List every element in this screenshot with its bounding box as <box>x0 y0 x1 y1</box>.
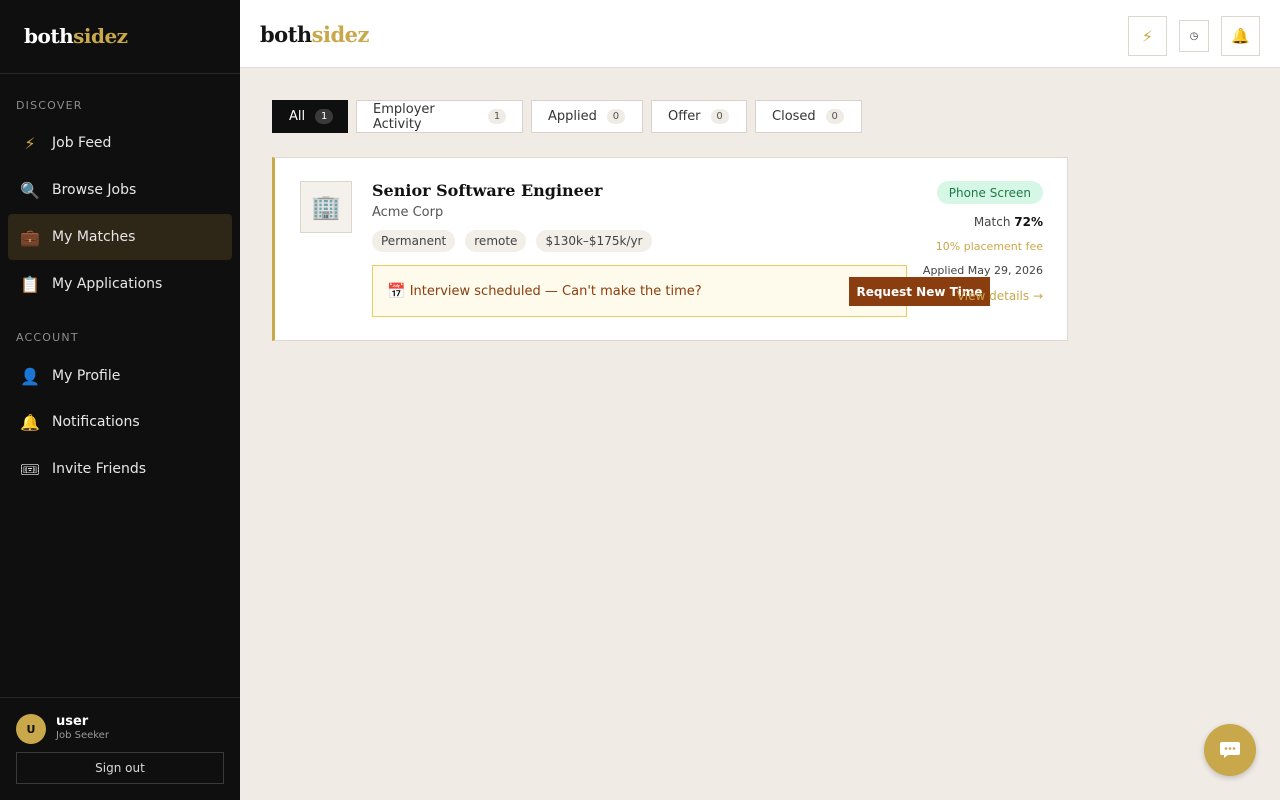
sidebar-item-job-feed[interactable]: ⚡ Job Feed <box>8 120 232 166</box>
tag-location: remote <box>465 230 527 252</box>
sidebar: bothsidez DISCOVER ⚡ Job Feed 🔍 Browse J… <box>0 0 240 800</box>
logo-text-part1: both <box>260 22 312 47</box>
tab-label: All <box>289 109 306 124</box>
applied-date: Applied May 29, 2026 <box>922 264 1043 277</box>
quick-action-button[interactable]: ⚡ <box>1128 16 1167 56</box>
sidebar-item-label: Invite Friends <box>52 461 147 477</box>
view-details-link[interactable]: View details → <box>957 289 1043 303</box>
notifications-button[interactable]: 🔔 <box>1221 16 1260 56</box>
tab-label: Closed <box>772 109 816 124</box>
bell-icon: 🔔 <box>20 412 40 432</box>
clock-icon: ◷ <box>1189 30 1199 42</box>
sidebar-item-invite-friends[interactable]: 🎟 Invite Friends <box>8 446 232 492</box>
building-icon: 🏢 <box>311 193 341 221</box>
interview-notice-text: Interview scheduled — Can't make the tim… <box>409 283 702 299</box>
sidebar-bottom-divider <box>0 697 240 698</box>
section-label-discover: DISCOVER <box>16 99 83 112</box>
tab-count-badge: 0 <box>606 109 625 124</box>
tag-employment-type: Permanent <box>372 230 456 252</box>
tab-closed[interactable]: Closed 0 <box>755 100 862 133</box>
tab-applied[interactable]: Applied 0 <box>531 100 643 133</box>
briefcase-icon: 💼 <box>20 227 40 247</box>
sign-out-button[interactable]: Sign out <box>16 752 224 784</box>
chat-button[interactable] <box>1204 724 1256 776</box>
sidebar-item-label: My Applications <box>52 276 163 292</box>
match-value: 72% <box>1014 215 1043 229</box>
sidebar-item-label: My Matches <box>52 229 136 245</box>
tab-label: Applied <box>548 109 597 124</box>
tab-offer[interactable]: Offer 0 <box>651 100 747 133</box>
match-label: Match <box>973 215 1011 229</box>
sidebar-item-label: My Profile <box>52 368 121 384</box>
tab-employer-activity[interactable]: Employer Activity 1 <box>356 100 523 133</box>
tab-count-badge: 0 <box>825 109 844 124</box>
avatar: U <box>16 714 46 744</box>
job-title[interactable]: Senior Software Engineer <box>372 181 602 200</box>
sidebar-item-notifications[interactable]: 🔔 Notifications <box>8 399 232 445</box>
company-logo: 🏢 <box>300 181 352 233</box>
magnifier-icon: 🔍 <box>20 180 40 200</box>
section-label-account: ACCOUNT <box>16 331 79 344</box>
person-icon: 👤 <box>20 366 40 386</box>
sidebar-divider <box>0 73 240 74</box>
clipboard-icon: 📋 <box>20 274 40 294</box>
user-name: user <box>56 714 89 729</box>
chat-bubble-icon <box>1220 742 1240 758</box>
job-tags: Permanent remote $130k–$175k/yr <box>372 230 652 252</box>
history-button[interactable]: ◷ <box>1179 20 1209 52</box>
sidebar-item-label: Job Feed <box>52 135 112 151</box>
placement-fee: 10% placement fee <box>935 240 1043 253</box>
tab-count-badge: 1 <box>315 109 334 124</box>
ticket-icon: 🎟 <box>20 459 41 479</box>
tab-count-badge: 1 <box>488 109 506 124</box>
bell-icon: 🔔 <box>1231 27 1250 45</box>
sidebar-item-my-profile[interactable]: 👤 My Profile <box>8 353 232 399</box>
lightning-icon: ⚡ <box>1141 26 1154 46</box>
header-logo[interactable]: bothsidez <box>260 22 369 47</box>
sidebar-item-browse-jobs[interactable]: 🔍 Browse Jobs <box>8 167 232 213</box>
status-badge: Phone Screen <box>936 181 1043 204</box>
sidebar-item-my-matches[interactable]: 💼 My Matches <box>8 214 232 260</box>
logo-text-part1: both <box>24 24 74 48</box>
sidebar-item-label: Browse Jobs <box>52 182 137 198</box>
sidebar-logo[interactable]: bothsidez <box>24 24 128 48</box>
tab-label: Offer <box>668 109 701 124</box>
user-role: Job Seeker <box>56 730 109 741</box>
logo-text-part2: sidez <box>311 22 370 47</box>
lightning-icon: ⚡ <box>24 133 36 153</box>
tab-all[interactable]: All 1 <box>272 100 348 133</box>
company-name: Acme Corp <box>372 205 444 220</box>
calendar-icon: 📅 <box>387 282 406 300</box>
logo-text-part2: sidez <box>73 24 128 48</box>
sidebar-item-my-applications[interactable]: 📋 My Applications <box>8 261 232 307</box>
tab-count-badge: 0 <box>710 109 729 124</box>
sidebar-item-label: Notifications <box>52 414 140 430</box>
match-card[interactable]: 🏢 Senior Software Engineer Acme Corp Per… <box>272 157 1068 341</box>
interview-notice: 📅 Interview scheduled — Can't make the t… <box>372 265 990 317</box>
tag-salary: $130k–$175k/yr <box>536 230 652 252</box>
tab-label: Employer Activity <box>373 101 435 132</box>
top-header: bothsidez ⚡ ◷ 🔔 <box>240 0 1280 68</box>
match-score: Match 72% <box>974 215 1043 229</box>
